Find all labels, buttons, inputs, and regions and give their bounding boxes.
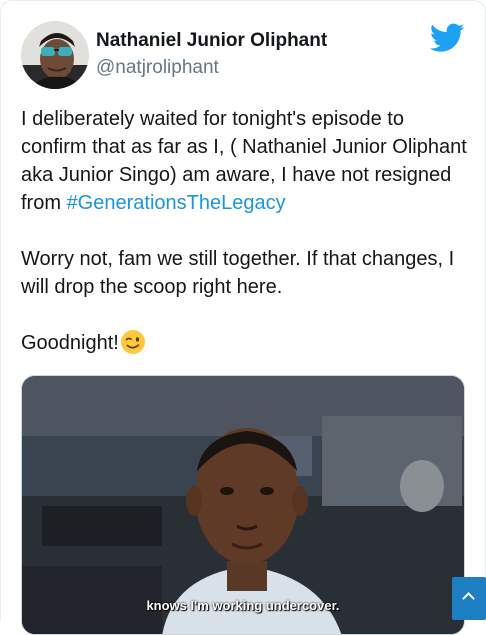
tweet-text: I deliberately waited for tonight's epis… (21, 105, 473, 357)
twitter-bird-icon[interactable] (429, 23, 465, 53)
media-still-image (22, 376, 464, 634)
tweet-paragraph-3: Goodnight! (21, 329, 473, 357)
tweet-card: Nathaniel Junior Oliphant @natjroliphant… (0, 0, 486, 635)
media-subtitle: knows I'm working undercover. (146, 598, 340, 613)
tweet-paragraph-1: I deliberately waited for tonight's epis… (21, 105, 473, 217)
tweet-paragraph-2: Worry not, fam we still together. If tha… (21, 248, 455, 298)
scroll-to-top-button[interactable] (452, 577, 486, 620)
author-name[interactable]: Nathaniel Junior Oliphant (96, 30, 327, 52)
author-avatar[interactable] (21, 21, 89, 89)
goodnight-text: Goodnight! (21, 332, 119, 354)
hashtag-link[interactable]: #GenerationsTheLegacy (67, 192, 286, 214)
author-handle[interactable]: @natjroliphant (96, 57, 219, 79)
tweet-media[interactable]: knows I'm working undercover. (21, 375, 465, 635)
winking-face-emoji (120, 329, 146, 355)
chevron-up-icon (462, 592, 475, 605)
